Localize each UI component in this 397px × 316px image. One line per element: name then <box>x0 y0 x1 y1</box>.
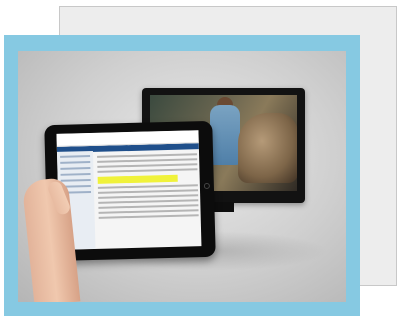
sidebar-line <box>60 155 91 158</box>
sidebar-line <box>60 161 91 164</box>
tv-scene-horse <box>238 113 297 183</box>
tablet-home-button <box>203 182 210 190</box>
promo-photo <box>18 51 346 302</box>
sidebar-line <box>60 173 91 176</box>
highlighted-text <box>97 174 178 184</box>
content-line <box>98 199 199 204</box>
content-line <box>98 209 199 214</box>
tv-scene-person <box>210 105 240 165</box>
television-stand <box>214 202 234 212</box>
tablet-screen <box>56 130 202 250</box>
tablet-site-content <box>97 150 199 247</box>
content-line <box>98 189 199 194</box>
sidebar-line <box>60 179 91 182</box>
content-line <box>97 158 198 163</box>
sidebar-line <box>60 167 91 170</box>
content-line <box>97 163 198 168</box>
content-line <box>98 204 199 209</box>
content-line <box>97 168 198 173</box>
content-line <box>98 194 199 199</box>
content-line <box>97 153 198 158</box>
content-line <box>97 184 198 189</box>
content-line <box>98 214 199 219</box>
